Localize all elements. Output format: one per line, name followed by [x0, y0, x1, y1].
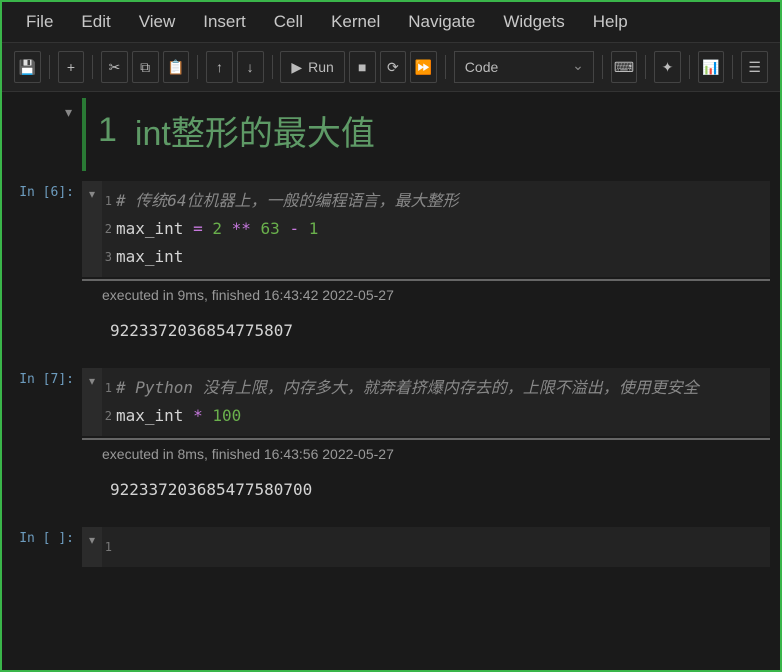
cell-output: 922337203685477580700 [82, 468, 770, 517]
fast-forward-button[interactable]: ⏩ [410, 51, 437, 83]
list-button[interactable]: ☰ [741, 51, 768, 83]
cell-output: 9223372036854775807 [82, 309, 770, 358]
line-number: 1 [102, 374, 116, 402]
cell-body: ▾1# Python 没有上限，内存多大，就奔着挤爆内存去的，上限不溢出，使用更… [82, 368, 780, 517]
code-lines[interactable]: 1 [102, 527, 770, 567]
notebook-container: ▾ 1 int整形的最大值 In [6]:▾1# 传统64位机器上，一般的编程语… [2, 92, 780, 567]
heading-number: 1 [98, 111, 117, 150]
paste-icon: 📋 [167, 59, 184, 76]
keyboard-icon: ⌨ [614, 59, 634, 76]
collapse-toggle[interactable]: ▾ [82, 368, 102, 436]
restart-icon: ⟳ [387, 59, 399, 76]
menu-kernel[interactable]: Kernel [317, 6, 394, 38]
line-number: 2 [102, 215, 116, 243]
move-up-button[interactable]: ↑ [206, 51, 233, 83]
code-line: 1# Python 没有上限，内存多大，就奔着挤爆内存去的，上限不溢出，使用更安… [102, 374, 770, 402]
code-cell[interactable]: In [7]:▾1# Python 没有上限，内存多大，就奔着挤爆内存去的，上限… [2, 368, 780, 517]
code-input[interactable]: ▾1# 传统64位机器上，一般的编程语言，最大整形2max_int = 2 **… [82, 181, 770, 277]
chevron-down-icon[interactable]: ▾ [63, 102, 74, 123]
menu-widgets[interactable]: Widgets [489, 6, 578, 38]
chart-button[interactable]: 📊 [698, 51, 725, 83]
list-icon: ☰ [748, 59, 761, 76]
menu-cell[interactable]: Cell [260, 6, 317, 38]
code-line: 2max_int * 100 [102, 402, 770, 430]
add-cell-button[interactable]: + [58, 51, 85, 83]
menu-insert[interactable]: Insert [189, 6, 260, 38]
menu-view[interactable]: View [125, 6, 190, 38]
execution-info: executed in 8ms, finished 16:43:56 2022-… [82, 438, 770, 468]
menu-help[interactable]: Help [579, 6, 642, 38]
code-lines[interactable]: 1# Python 没有上限，内存多大，就奔着挤爆内存去的，上限不溢出，使用更安… [102, 368, 770, 436]
code-input[interactable]: ▾1 [82, 527, 770, 567]
restart-button[interactable]: ⟳ [380, 51, 407, 83]
heading-body: 1 int整形的最大值 [82, 98, 780, 171]
code-line: 1 [102, 533, 770, 561]
plus-icon: + [67, 59, 75, 75]
stop-button[interactable]: ■ [349, 51, 376, 83]
line-content: # 传统64位机器上，一般的编程语言，最大整形 [116, 187, 770, 215]
chart-icon: 📊 [702, 59, 719, 76]
heading-prompt: ▾ [2, 98, 82, 171]
arrow-up-icon: ↑ [216, 59, 223, 75]
code-input[interactable]: ▾1# Python 没有上限，内存多大，就奔着挤爆内存去的，上限不溢出，使用更… [82, 368, 770, 436]
line-content: max_int * 100 [116, 402, 770, 430]
run-button[interactable]: ▶ Run [280, 51, 344, 83]
line-number: 3 [102, 243, 116, 271]
menubar: File Edit View Insert Cell Kernel Naviga… [2, 2, 780, 43]
copy-button[interactable]: ⧉ [132, 51, 159, 83]
code-line: 3max_int [102, 243, 770, 271]
cell-body: ▾1# 传统64位机器上，一般的编程语言，最大整形2max_int = 2 **… [82, 181, 780, 358]
heading-title: int整形的最大值 [135, 106, 375, 155]
code-line: 2max_int = 2 ** 63 - 1 [102, 215, 770, 243]
play-icon: ▶ [291, 59, 302, 76]
code-lines[interactable]: 1# 传统64位机器上，一般的编程语言，最大整形2max_int = 2 ** … [102, 181, 770, 277]
run-label: Run [308, 59, 334, 75]
cell-prompt: In [7]: [2, 368, 82, 517]
move-down-button[interactable]: ↓ [237, 51, 264, 83]
menu-file[interactable]: File [12, 6, 67, 38]
cell-prompt: In [ ]: [2, 527, 82, 567]
save-button[interactable]: 💾 [14, 51, 41, 83]
cell-type-select[interactable]: Code [454, 51, 594, 83]
line-number: 2 [102, 402, 116, 430]
stop-icon: ■ [358, 59, 366, 75]
arrow-down-icon: ↓ [247, 59, 254, 75]
line-content: # Python 没有上限，内存多大，就奔着挤爆内存去的，上限不溢出，使用更安全 [116, 374, 770, 402]
heading-cell[interactable]: ▾ 1 int整形的最大值 [2, 98, 780, 171]
collapse-toggle[interactable]: ▾ [82, 181, 102, 277]
collapse-toggle[interactable]: ▾ [82, 527, 102, 567]
paste-button[interactable]: 📋 [163, 51, 190, 83]
line-content: max_int [116, 243, 770, 271]
menu-edit[interactable]: Edit [67, 6, 124, 38]
variable-inspector-button[interactable]: ✦ [654, 51, 681, 83]
cell-body: ▾1 [82, 527, 780, 567]
target-icon: ✦ [662, 59, 674, 76]
menu-navigate[interactable]: Navigate [394, 6, 489, 38]
toolbar: 💾 + ✂ ⧉ 📋 ↑ ↓ ▶ Run ■ ⟳ ⏩ Code ⌨ ✦ 📊 ☰ [2, 43, 780, 92]
fast-forward-icon: ⏩ [415, 59, 432, 76]
execution-info: executed in 9ms, finished 16:43:42 2022-… [82, 279, 770, 309]
cell-prompt: In [6]: [2, 181, 82, 358]
save-icon: 💾 [19, 59, 36, 76]
cut-button[interactable]: ✂ [101, 51, 128, 83]
code-cell[interactable]: In [ ]:▾1 [2, 527, 780, 567]
line-content: max_int = 2 ** 63 - 1 [116, 215, 770, 243]
line-content [116, 533, 770, 561]
keyboard-button[interactable]: ⌨ [611, 51, 638, 83]
line-number: 1 [102, 187, 116, 215]
code-line: 1# 传统64位机器上，一般的编程语言，最大整形 [102, 187, 770, 215]
copy-icon: ⧉ [140, 59, 150, 76]
scissors-icon: ✂ [109, 59, 121, 76]
code-cell[interactable]: In [6]:▾1# 传统64位机器上，一般的编程语言，最大整形2max_int… [2, 181, 780, 358]
line-number: 1 [102, 533, 116, 561]
